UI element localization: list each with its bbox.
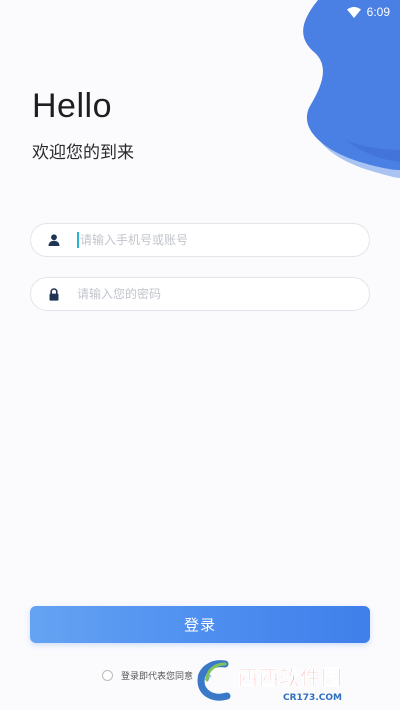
status-time: 6:09 <box>366 5 390 19</box>
page-title: Hello <box>32 87 112 125</box>
agreement-radio[interactable] <box>102 670 113 681</box>
watermark-brand: 西西软件园 <box>237 666 342 690</box>
login-button[interactable]: 登录 <box>30 606 370 643</box>
password-field[interactable] <box>30 277 370 311</box>
text-cursor <box>77 232 79 248</box>
wifi-icon <box>346 6 361 18</box>
lock-icon <box>31 287 77 301</box>
watermark-logo: 西西软件园 CR173.COM <box>197 660 342 703</box>
watermark-site: CR173.COM <box>283 693 342 703</box>
password-input[interactable] <box>77 278 369 310</box>
agreement-text: 登录即代表您同意 <box>121 671 194 681</box>
greeting: Hello 欢迎您的到来 <box>32 86 134 164</box>
phone-field[interactable] <box>30 223 370 257</box>
status-bar: 6:09 <box>346 0 400 24</box>
page-subtitle: 欢迎您的到来 <box>32 143 134 162</box>
user-icon <box>31 234 77 246</box>
phone-input[interactable] <box>80 224 369 256</box>
